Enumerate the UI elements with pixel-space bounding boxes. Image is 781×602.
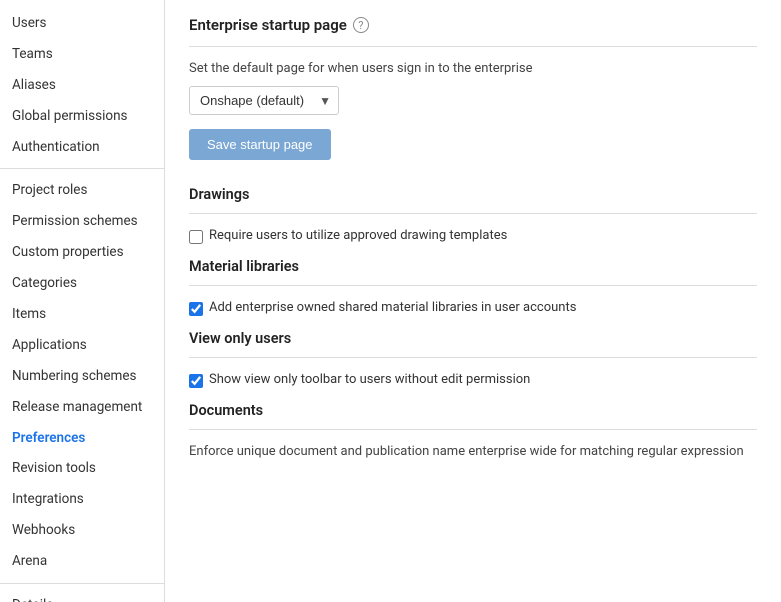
startup-description: Set the default page for when users sign… — [189, 61, 757, 76]
startup-dropdown-wrapper: Onshape (default)DocumentsHome ▼ — [189, 86, 339, 115]
help-icon[interactable]: ? — [353, 17, 369, 33]
sidebar-item-permission-schemes[interactable]: Permission schemes — [0, 206, 164, 237]
sidebar-item-arena[interactable]: Arena — [0, 546, 164, 577]
section-divider-viewonly — [189, 357, 757, 358]
sidebar-item-categories[interactable]: Categories — [0, 268, 164, 299]
sidebar-divider-1 — [0, 168, 164, 169]
sidebar-item-authentication[interactable]: Authentication — [0, 132, 164, 163]
drawings-checkbox-row: Require users to utilize approved drawin… — [189, 228, 757, 244]
sidebar-item-integrations[interactable]: Integrations — [0, 484, 164, 515]
material-libraries-checkbox-label: Add enterprise owned shared material lib… — [209, 300, 576, 315]
material-libraries-section: Material libraries Add enterprise owned … — [189, 258, 757, 316]
sidebar-item-users[interactable]: Users — [0, 8, 164, 39]
sidebar-item-revision-tools[interactable]: Revision tools — [0, 453, 164, 484]
view-only-title: View only users — [189, 330, 757, 347]
sidebar-item-release-management[interactable]: Release management — [0, 392, 164, 423]
material-libraries-checkbox-row: Add enterprise owned shared material lib… — [189, 300, 757, 316]
documents-description: Enforce unique document and publication … — [189, 444, 757, 459]
sidebar-item-project-roles[interactable]: Project roles — [0, 175, 164, 206]
drawings-title: Drawings — [189, 186, 757, 203]
documents-section: Documents Enforce unique document and pu… — [189, 402, 757, 459]
sidebar-item-details[interactable]: Details — [0, 590, 164, 602]
enterprise-startup-title: Enterprise startup page — [189, 16, 347, 34]
view-only-checkbox-label: Show view only toolbar to users without … — [209, 372, 530, 387]
drawings-checkbox[interactable] — [189, 230, 203, 244]
material-libraries-checkbox[interactable] — [189, 302, 203, 316]
sidebar-item-items[interactable]: Items — [0, 299, 164, 330]
section-divider-drawings — [189, 213, 757, 214]
section-divider-startup — [189, 46, 757, 47]
sidebar-divider-2 — [0, 583, 164, 584]
sidebar-item-webhooks[interactable]: Webhooks — [0, 515, 164, 546]
startup-dropdown[interactable]: Onshape (default)DocumentsHome — [189, 86, 339, 115]
sidebar-item-applications[interactable]: Applications — [0, 330, 164, 361]
view-only-section: View only users Show view only toolbar t… — [189, 330, 757, 388]
drawings-checkbox-label: Require users to utilize approved drawin… — [209, 228, 507, 243]
sidebar-item-custom-properties[interactable]: Custom properties — [0, 237, 164, 268]
view-only-checkbox[interactable] — [189, 374, 203, 388]
documents-title: Documents — [189, 402, 757, 419]
sidebar-item-aliases[interactable]: Aliases — [0, 70, 164, 101]
sidebar-item-global-permissions[interactable]: Global permissions — [0, 101, 164, 132]
view-only-checkbox-row: Show view only toolbar to users without … — [189, 372, 757, 388]
material-libraries-title: Material libraries — [189, 258, 757, 275]
sidebar-item-preferences[interactable]: Preferences — [0, 423, 164, 454]
drawings-section: Drawings Require users to utilize approv… — [189, 186, 757, 244]
sidebar: UsersTeamsAliasesGlobal permissionsAuthe… — [0, 0, 165, 602]
save-startup-button[interactable]: Save startup page — [189, 129, 331, 160]
enterprise-startup-section: Enterprise startup page ? Set the defaul… — [189, 16, 757, 180]
section-divider-documents — [189, 429, 757, 430]
main-content: Enterprise startup page ? Set the defaul… — [165, 0, 781, 602]
section-divider-material — [189, 285, 757, 286]
sidebar-item-numbering-schemes[interactable]: Numbering schemes — [0, 361, 164, 392]
sidebar-item-teams[interactable]: Teams — [0, 39, 164, 70]
enterprise-startup-header: Enterprise startup page ? — [189, 16, 757, 34]
